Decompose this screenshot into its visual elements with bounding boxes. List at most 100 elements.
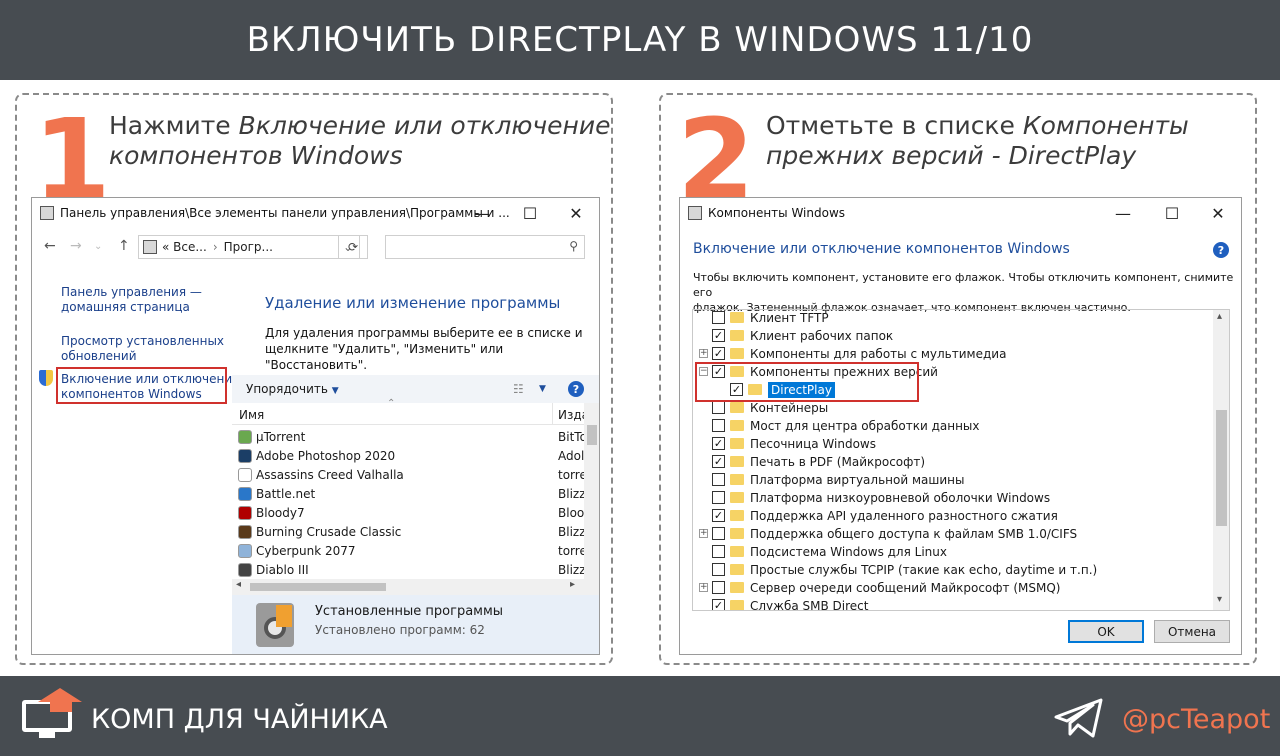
program-publisher: torre: [558, 543, 587, 558]
refresh-icon[interactable]: ⟳: [338, 235, 368, 259]
feature-checkbox[interactable]: ✓: [712, 347, 725, 360]
program-row[interactable]: Cyberpunk 2077 torre: [238, 541, 587, 560]
link-installed-updates[interactable]: Просмотр установленных обновлений: [61, 334, 224, 364]
program-row[interactable]: Diablo III Blizz: [238, 560, 586, 579]
program-row[interactable]: Adobe Photoshop 2020 Adol: [238, 446, 584, 465]
features-vscroll-thumb[interactable]: [1216, 410, 1227, 526]
link-updates-line1[interactable]: Просмотр установленных: [61, 334, 224, 348]
program-row[interactable]: µTorrent BitTo: [238, 427, 587, 446]
feature-checkbox[interactable]: [712, 581, 725, 594]
features-maximize-button[interactable]: ☐: [1149, 198, 1195, 228]
feature-checkbox[interactable]: [712, 491, 725, 504]
feature-checkbox[interactable]: ✓: [712, 509, 725, 522]
status-title: Установленные программы: [315, 604, 504, 619]
feature-checkbox[interactable]: ✓: [712, 455, 725, 468]
feature-item[interactable]: Простые службы TCPIP (такие как echo, da…: [699, 560, 1097, 579]
status-pane: Установленные программы Установлено прог…: [232, 595, 599, 654]
features-scroll-up-icon[interactable]: ▴: [1217, 311, 1222, 322]
program-icon: [238, 562, 252, 577]
vscroll-thumb[interactable]: [587, 425, 597, 445]
feature-item[interactable]: ✓ Поддержка API удаленного разностного сж…: [699, 506, 1058, 525]
control-panel-icon: [40, 206, 54, 220]
feature-checkbox[interactable]: [712, 419, 725, 432]
ok-button[interactable]: OK: [1068, 620, 1144, 643]
program-row[interactable]: Burning Crusade Classic Blizz: [238, 522, 586, 541]
organize-button[interactable]: Упорядочить ▼: [246, 382, 339, 396]
search-icon: ⚲: [569, 239, 578, 253]
feature-checkbox[interactable]: [712, 527, 725, 540]
feature-item[interactable]: ✓ Печать в PDF (Майкрософт): [699, 452, 925, 471]
folder-icon: [730, 474, 744, 485]
view-dropdown-icon[interactable]: ▼: [539, 384, 546, 394]
column-name[interactable]: Имя: [239, 408, 264, 422]
feature-checkbox[interactable]: [712, 563, 725, 576]
link-updates-line2[interactable]: обновлений: [61, 349, 137, 363]
program-row[interactable]: Assassins Creed Valhalla torre: [238, 465, 587, 484]
features-help-icon[interactable]: ?: [1213, 242, 1229, 258]
feature-checkbox[interactable]: [712, 401, 725, 414]
programs-vscrollbar[interactable]: [584, 403, 599, 579]
feature-checkbox[interactable]: [712, 545, 725, 558]
footer-handle[interactable]: @pcTeapot: [1122, 704, 1270, 735]
feature-checkbox[interactable]: [712, 473, 725, 486]
feature-item[interactable]: Клиент TFTP: [699, 310, 829, 327]
hscroll-thumb[interactable]: [250, 583, 386, 591]
view-options-icon[interactable]: ☷: [513, 382, 524, 396]
forward-arrow-icon[interactable]: →: [70, 238, 82, 254]
feature-item[interactable]: + Сервер очереди сообщений Майкрософт (MS…: [699, 578, 1060, 597]
features-vscrollbar[interactable]: ▴ ▾: [1213, 310, 1229, 610]
minimize-button[interactable]: —: [459, 198, 505, 228]
program-row[interactable]: Battle.net Blizz: [238, 484, 586, 503]
feature-item[interactable]: ✓ Клиент рабочих папок: [699, 326, 893, 345]
uac-shield-icon: [39, 370, 53, 386]
features-close-button[interactable]: ✕: [1195, 198, 1241, 228]
address-bar[interactable]: « Все... › Прогр... ⌄: [138, 235, 360, 259]
help-icon[interactable]: ?: [568, 381, 584, 397]
scroll-left-icon[interactable]: ◂: [236, 579, 241, 590]
feature-checkbox[interactable]: [712, 311, 725, 324]
feature-item[interactable]: + Поддержка общего доступа к файлам SMB 1…: [699, 524, 1077, 543]
page-header: ВКЛЮЧИТЬ DIRECTPLAY В WINDOWS 11/10: [0, 0, 1280, 80]
back-arrow-icon[interactable]: ←: [44, 238, 56, 254]
link-home-line1[interactable]: Панель управления —: [61, 285, 202, 299]
column-divider[interactable]: [552, 403, 553, 425]
feature-label: Печать в PDF (Майкрософт): [750, 454, 926, 469]
feature-checkbox[interactable]: ✓: [712, 599, 725, 610]
program-icon: [238, 467, 252, 482]
search-input[interactable]: ⚲: [385, 235, 585, 259]
breadcrumb-programs[interactable]: Прогр...: [224, 240, 273, 254]
installed-programs-icon: [256, 603, 294, 647]
breadcrumb-all[interactable]: « Все...: [162, 240, 207, 254]
cancel-button[interactable]: Отмена: [1154, 620, 1230, 643]
organize-label: Упорядочить: [246, 382, 328, 396]
features-scroll-down-icon[interactable]: ▾: [1217, 594, 1222, 605]
feature-item[interactable]: Платформа виртуальной машины: [699, 470, 964, 489]
scroll-right-icon[interactable]: ▸: [570, 579, 575, 590]
feature-item[interactable]: Мост для центра обработки данных: [699, 416, 980, 435]
program-icon: [238, 448, 252, 463]
program-row[interactable]: Bloody7 Bloo: [238, 503, 584, 522]
feature-item[interactable]: ✓ Песочница Windows: [699, 434, 876, 453]
tree-expander-icon[interactable]: +: [699, 349, 708, 358]
feature-checkbox[interactable]: ✓: [712, 437, 725, 450]
folder-icon: [730, 420, 744, 431]
feature-item[interactable]: + ✓ Компоненты для работы с мультимедиа: [699, 344, 1006, 363]
programs-hscrollbar[interactable]: ◂ ▸: [232, 579, 599, 595]
features-minimize-button[interactable]: —: [1100, 198, 1146, 228]
telegram-icon[interactable]: [1054, 698, 1104, 738]
maximize-button[interactable]: ☐: [507, 198, 553, 228]
close-button[interactable]: ✕: [553, 198, 599, 228]
features-heading: Включение или отключение компонентов Win…: [693, 241, 1070, 257]
program-name: Burning Crusade Classic: [256, 524, 402, 539]
feature-item[interactable]: ✓ Служба SMB Direct: [699, 596, 868, 610]
link-home-line2[interactable]: домашняя страница: [61, 300, 190, 314]
feature-label: Клиент TFTP: [750, 310, 829, 325]
feature-item[interactable]: Платформа низкоуровневой оболочки Window…: [699, 488, 1050, 507]
up-arrow-icon[interactable]: ↑: [118, 238, 130, 254]
tree-expander-icon[interactable]: +: [699, 529, 708, 538]
link-control-panel-home[interactable]: Панель управления — домашняя страница: [61, 285, 202, 315]
feature-checkbox[interactable]: ✓: [712, 329, 725, 342]
history-chevron-icon[interactable]: ⌄: [94, 241, 102, 252]
feature-item[interactable]: Подсистема Windows для Linux: [699, 542, 947, 561]
tree-expander-icon[interactable]: +: [699, 583, 708, 592]
